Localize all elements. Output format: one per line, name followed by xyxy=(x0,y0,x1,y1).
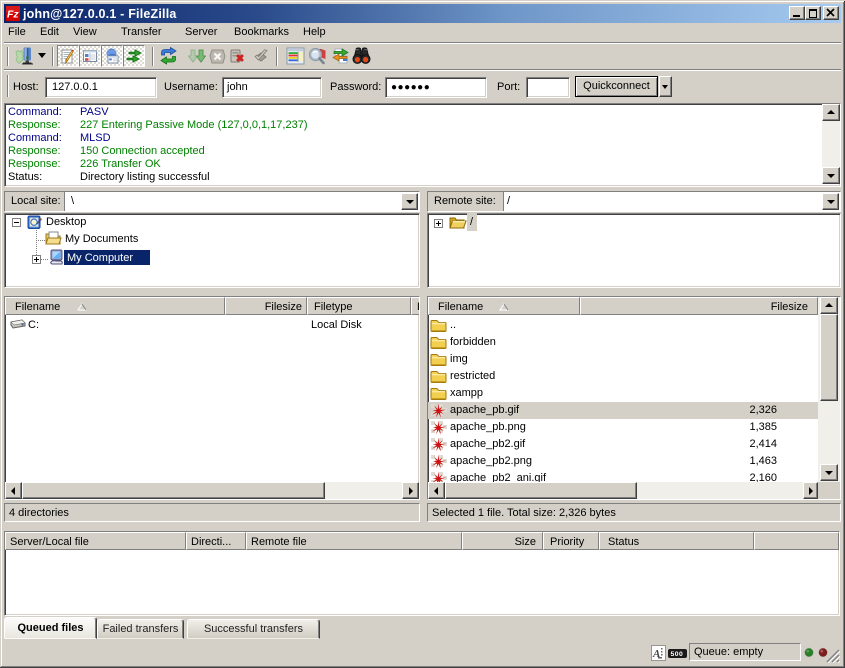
svg-text:500: 500 xyxy=(671,651,684,658)
svg-text:Fz: Fz xyxy=(7,9,19,21)
